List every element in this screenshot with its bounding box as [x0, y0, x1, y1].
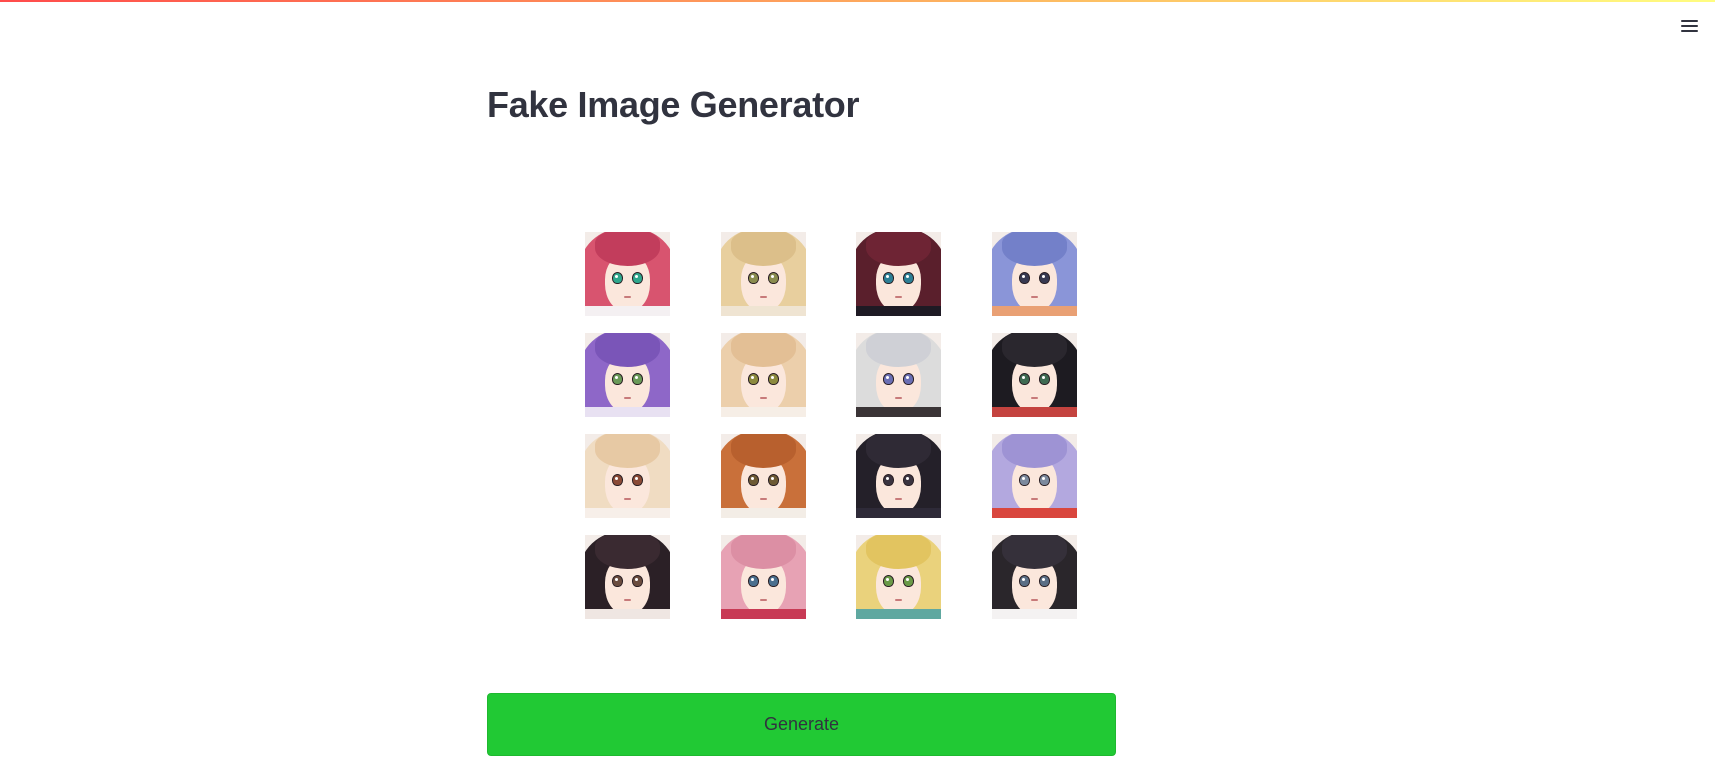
page-title: Fake Image Generator	[487, 84, 860, 125]
hamburger-menu-icon	[1680, 20, 1698, 32]
generated-image-grid	[585, 232, 1080, 620]
main-menu-button[interactable]	[1675, 14, 1703, 38]
generated-face-image	[991, 434, 1077, 518]
generated-face-image	[720, 535, 806, 619]
generated-face-image	[991, 232, 1077, 316]
generated-face-image	[585, 535, 670, 619]
generated-face-image	[720, 333, 806, 417]
generated-face-image	[585, 333, 670, 417]
generated-face-image	[720, 434, 806, 518]
top-decoration-bar	[0, 0, 1715, 2]
generated-face-image	[991, 333, 1077, 417]
generated-face-image	[991, 535, 1077, 619]
generated-face-image	[856, 232, 941, 316]
generated-face-image	[856, 333, 941, 417]
generated-face-image	[856, 535, 941, 619]
generated-face-image	[585, 232, 670, 316]
generated-face-image	[585, 434, 670, 518]
generated-face-image	[856, 434, 941, 518]
generated-face-image	[720, 232, 806, 316]
generate-button[interactable]: Generate	[487, 693, 1116, 756]
